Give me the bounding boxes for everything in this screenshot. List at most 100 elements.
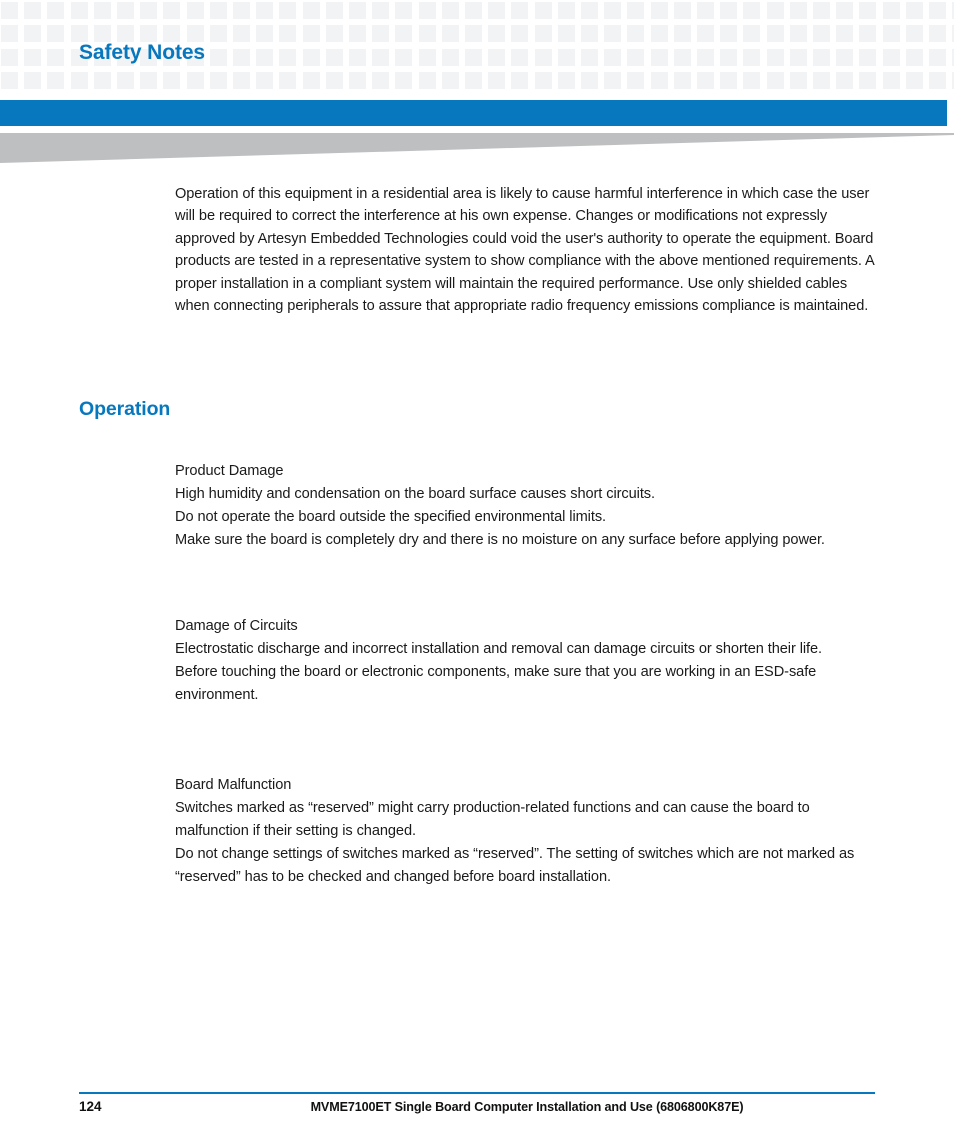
note-block-product-damage: Product Damage High humidity and condens… [175,460,879,552]
grid-square [465,49,482,66]
gray-wedge-shape [0,133,954,163]
grid-square [94,25,111,42]
grid-square [883,49,900,66]
header-gray-wedge [0,133,954,163]
grid-square [117,2,134,19]
grid-square [349,2,366,19]
grid-square [210,72,227,89]
grid-square [256,49,273,66]
grid-square [697,25,714,42]
grid-square [71,2,88,19]
grid-square [47,72,64,89]
grid-square [511,2,528,19]
grid-square [720,72,737,89]
grid-square [604,2,621,19]
grid-square [117,25,134,42]
grid-square [535,25,552,42]
grid-square [140,2,157,19]
grid-square [674,2,691,19]
grid-square [488,2,505,19]
grid-square [720,2,737,19]
grid-square [813,72,830,89]
grid-square [233,72,250,89]
grid-square [372,2,389,19]
grid-square [187,2,204,19]
grid-square [233,2,250,19]
grid-square [697,49,714,66]
grid-square [372,49,389,66]
grid-square [419,25,436,42]
grid-square [279,2,296,19]
grid-square [24,2,41,19]
grid-square [442,72,459,89]
grid-square [651,49,668,66]
document-page: Safety Notes Operation of this equipment… [0,0,954,1145]
grid-square [24,49,41,66]
grid-square [395,25,412,42]
grid-square [604,25,621,42]
grid-square [210,49,227,66]
grid-square [47,25,64,42]
section-heading-operation: Operation [79,398,171,420]
grid-square [163,25,180,42]
grid-square [1,72,18,89]
page-title: Safety Notes [79,41,206,64]
grid-square [674,49,691,66]
grid-square [743,25,760,42]
footer-document-title: MVME7100ET Single Board Computer Install… [310,1100,744,1114]
grid-square [790,2,807,19]
grid-square [94,2,111,19]
grid-square [581,49,598,66]
grid-square [395,72,412,89]
grid-square [233,25,250,42]
grid-square [465,2,482,19]
grid-square [627,49,644,66]
grid-square [419,49,436,66]
grid-square [349,49,366,66]
grid-square [488,25,505,42]
grid-square [581,2,598,19]
grid-square [743,49,760,66]
grid-square [442,25,459,42]
note-title: Board Malfunction [175,777,292,793]
grid-square [627,25,644,42]
grid-square [906,25,923,42]
grid-square [349,72,366,89]
grid-square [163,2,180,19]
note-line: Before touching the board or electronic … [175,664,817,704]
grid-square [836,25,853,42]
grid-square [929,72,946,89]
grid-square [326,25,343,42]
grid-square [743,72,760,89]
note-line: High humidity and condensation on the bo… [175,486,656,503]
grid-square [1,49,18,66]
grid-square [651,2,668,19]
grid-square [651,72,668,89]
note-line: Switches marked as “reserved” might carr… [175,800,810,840]
grid-square [651,25,668,42]
grid-square [47,49,64,66]
grid-square [233,49,250,66]
grid-square [627,2,644,19]
grid-square [465,72,482,89]
grid-square [140,72,157,89]
grid-square [326,72,343,89]
grid-square [697,2,714,19]
grid-square [256,25,273,42]
grid-square [674,72,691,89]
grid-square [187,72,204,89]
grid-square [859,25,876,42]
grid-square [24,25,41,42]
grid-square [767,72,784,89]
footer-page-number: 124 [79,1099,102,1114]
grid-square [558,25,575,42]
grid-square [697,72,714,89]
grid-square [511,72,528,89]
intro-paragraph: Operation of this equipment in a residen… [175,186,874,315]
grid-square [558,49,575,66]
grid-square [47,2,64,19]
grid-square [1,25,18,42]
grid-square [395,2,412,19]
grid-square [929,25,946,42]
grid-square [535,2,552,19]
